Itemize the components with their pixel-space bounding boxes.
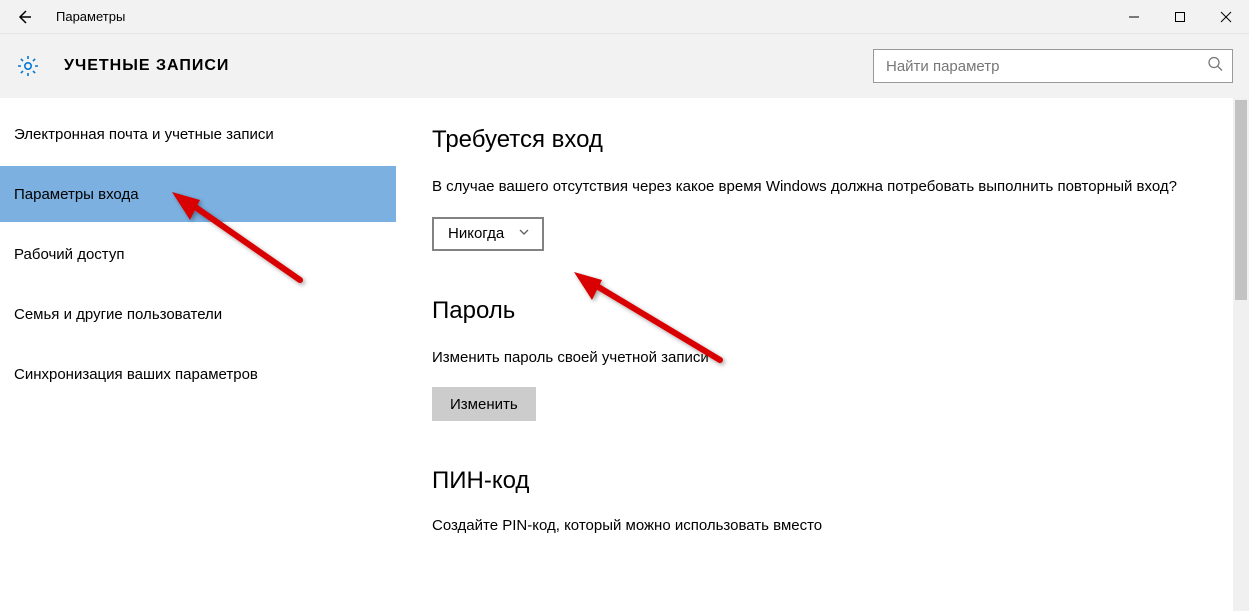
maximize-button[interactable] (1157, 0, 1203, 34)
signin-question-text: В случае вашего отсутствия через какое в… (432, 176, 1192, 199)
sidebar-item-label: Параметры входа (14, 186, 139, 203)
pin-description: Создайте PIN-код, который можно использо… (432, 517, 1209, 534)
section-title-pin: ПИН-код (432, 467, 1209, 495)
window-controls (1111, 0, 1249, 34)
arrow-left-icon (16, 9, 32, 25)
scrollbar-thumb[interactable] (1235, 100, 1247, 300)
close-icon (1220, 11, 1232, 23)
page-title: УЧЕТНЫЕ ЗАПИСИ (64, 57, 229, 75)
change-password-button[interactable]: Изменить (432, 387, 536, 421)
button-label: Изменить (450, 396, 518, 413)
sidebar-item-signin-options[interactable]: Параметры входа (0, 166, 396, 222)
titlebar: Параметры (0, 0, 1249, 34)
signin-timeout-dropdown[interactable]: Никогда (432, 217, 544, 251)
back-button[interactable] (0, 0, 48, 34)
search-box[interactable] (873, 49, 1233, 83)
window-title: Параметры (56, 9, 125, 24)
section-title-password: Пароль (432, 297, 1209, 325)
search-input[interactable] (873, 49, 1233, 83)
password-description: Изменить пароль своей учетной записи (432, 347, 1192, 370)
sidebar-item-label: Семья и другие пользователи (14, 306, 222, 323)
sidebar-item-email-accounts[interactable]: Электронная почта и учетные записи (0, 106, 396, 162)
sidebar-item-work-access[interactable]: Рабочий доступ (0, 226, 396, 282)
sidebar-item-label: Электронная почта и учетные записи (14, 126, 274, 143)
close-button[interactable] (1203, 0, 1249, 34)
minimize-button[interactable] (1111, 0, 1157, 34)
maximize-icon (1174, 11, 1186, 23)
minimize-icon (1128, 11, 1140, 23)
scrollbar-track[interactable] (1233, 98, 1249, 611)
sidebar: Электронная почта и учетные записи Парам… (0, 98, 396, 611)
sidebar-item-label: Рабочий доступ (14, 246, 124, 263)
sidebar-item-family-users[interactable]: Семья и другие пользователи (0, 286, 396, 342)
sidebar-item-sync-settings[interactable]: Синхронизация ваших параметров (0, 346, 396, 402)
sidebar-item-label: Синхронизация ваших параметров (14, 366, 258, 383)
gear-icon (16, 54, 40, 78)
section-title-signin: Требуется вход (432, 126, 1209, 154)
chevron-down-icon (518, 225, 530, 242)
page-header: УЧЕТНЫЕ ЗАПИСИ (0, 34, 1249, 98)
content-pane: Требуется вход В случае вашего отсутстви… (396, 98, 1249, 611)
dropdown-value: Никогда (448, 225, 504, 242)
